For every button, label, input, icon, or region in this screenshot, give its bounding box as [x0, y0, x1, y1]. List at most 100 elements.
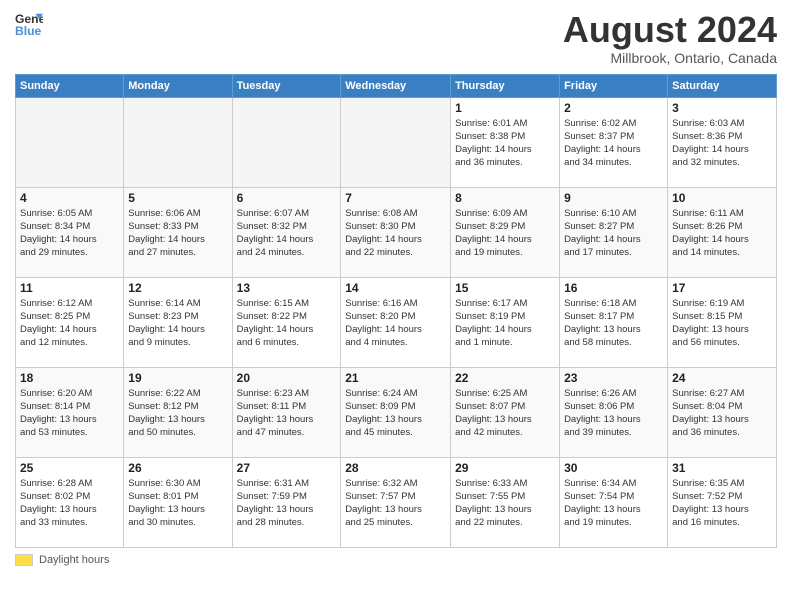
calendar-cell: 29 Sunrise: 6:33 AM Sunset: 7:55 PM Dayli… — [451, 457, 560, 547]
day-detail: Sunrise: 6:05 AM Sunset: 8:34 PM Dayligh… — [20, 207, 119, 260]
calendar-cell: 15Sunrise: 6:17 AM Sunset: 8:19 PM Dayli… — [451, 277, 560, 367]
calendar-body: 1Sunrise: 6:01 AM Sunset: 8:38 PM Daylig… — [16, 97, 777, 547]
day-number: 19 — [128, 371, 227, 385]
day-detail: Sunrise: 6:25 AM Sunset: 8:07 PM Dayligh… — [455, 387, 555, 440]
day-number: 22 — [455, 371, 555, 385]
day-number: 2 — [564, 101, 663, 115]
calendar-cell: 25 Sunrise: 6:28 AM Sunset: 8:02 PM Dayli… — [16, 457, 124, 547]
day-number: 28 — [345, 461, 446, 475]
day-detail: Sunrise: 6:26 AM Sunset: 8:06 PM Dayligh… — [564, 387, 663, 440]
calendar-cell: 5 Sunrise: 6:06 AM Sunset: 8:33 PM Daylig… — [124, 187, 232, 277]
day-number: 4 — [20, 191, 119, 205]
day-detail: Sunrise: 6:11 AM Sunset: 8:26 PM Dayligh… — [672, 207, 772, 260]
day-detail: Sunrise: 6:19 AM Sunset: 8:15 PM Dayligh… — [672, 297, 772, 350]
day-number: 27 — [237, 461, 337, 475]
calendar-cell: 16 Sunrise: 6:18 AM Sunset: 8:17 PM Dayli… — [560, 277, 668, 367]
weekday-header-cell: Wednesday — [341, 74, 451, 97]
calendar-cell: 11 Sunrise: 6:12 AM Sunset: 8:25 PM Dayli… — [16, 277, 124, 367]
calendar-cell: 8Sunrise: 6:09 AM Sunset: 8:29 PM Daylig… — [451, 187, 560, 277]
day-number: 31 — [672, 461, 772, 475]
day-number: 6 — [237, 191, 337, 205]
calendar-cell: 26 Sunrise: 6:30 AM Sunset: 8:01 PM Dayli… — [124, 457, 232, 547]
calendar-cell: 13Sunrise: 6:15 AM Sunset: 8:22 PM Dayli… — [232, 277, 341, 367]
calendar-cell — [232, 97, 341, 187]
day-detail: Sunrise: 6:24 AM Sunset: 8:09 PM Dayligh… — [345, 387, 446, 440]
calendar-cell: 22 Sunrise: 6:25 AM Sunset: 8:07 PM Dayli… — [451, 367, 560, 457]
weekday-header-cell: Thursday — [451, 74, 560, 97]
legend-label: Daylight hours — [39, 554, 109, 566]
legend-bar — [15, 554, 33, 566]
weekday-header-row: SundayMondayTuesdayWednesdayThursdayFrid… — [16, 74, 777, 97]
day-number: 30 — [564, 461, 663, 475]
day-number: 11 — [20, 281, 119, 295]
day-number: 23 — [564, 371, 663, 385]
day-number: 25 — [20, 461, 119, 475]
day-detail: Sunrise: 6:10 AM Sunset: 8:27 PM Dayligh… — [564, 207, 663, 260]
day-detail: Sunrise: 6:18 AM Sunset: 8:17 PM Dayligh… — [564, 297, 663, 350]
calendar-cell: 23 Sunrise: 6:26 AM Sunset: 8:06 PM Dayli… — [560, 367, 668, 457]
calendar-cell: 12Sunrise: 6:14 AM Sunset: 8:23 PM Dayli… — [124, 277, 232, 367]
calendar-week-row: 1Sunrise: 6:01 AM Sunset: 8:38 PM Daylig… — [16, 97, 777, 187]
day-detail: Sunrise: 6:03 AM Sunset: 8:36 PM Dayligh… — [672, 117, 772, 170]
day-detail: Sunrise: 6:07 AM Sunset: 8:32 PM Dayligh… — [237, 207, 337, 260]
day-detail: Sunrise: 6:23 AM Sunset: 8:11 PM Dayligh… — [237, 387, 337, 440]
day-detail: Sunrise: 6:27 AM Sunset: 8:04 PM Dayligh… — [672, 387, 772, 440]
calendar-cell: 17 Sunrise: 6:19 AM Sunset: 8:15 PM Dayli… — [668, 277, 777, 367]
calendar-cell: 18Sunrise: 6:20 AM Sunset: 8:14 PM Dayli… — [16, 367, 124, 457]
month-title: August 2024 — [563, 10, 777, 50]
day-detail: Sunrise: 6:30 AM Sunset: 8:01 PM Dayligh… — [128, 477, 227, 530]
weekday-header-cell: Sunday — [16, 74, 124, 97]
calendar-cell: 21 Sunrise: 6:24 AM Sunset: 8:09 PM Dayli… — [341, 367, 451, 457]
day-number: 17 — [672, 281, 772, 295]
day-detail: Sunrise: 6:31 AM Sunset: 7:59 PM Dayligh… — [237, 477, 337, 530]
day-number: 9 — [564, 191, 663, 205]
weekday-header-cell: Saturday — [668, 74, 777, 97]
day-number: 12 — [128, 281, 227, 295]
svg-text:Blue: Blue — [15, 24, 42, 38]
day-detail: Sunrise: 6:12 AM Sunset: 8:25 PM Dayligh… — [20, 297, 119, 350]
calendar-cell — [16, 97, 124, 187]
calendar-cell: 7Sunrise: 6:08 AM Sunset: 8:30 PM Daylig… — [341, 187, 451, 277]
day-number: 13 — [237, 281, 337, 295]
weekday-header-cell: Tuesday — [232, 74, 341, 97]
day-detail: Sunrise: 6:34 AM Sunset: 7:54 PM Dayligh… — [564, 477, 663, 530]
calendar-table: SundayMondayTuesdayWednesdayThursdayFrid… — [15, 74, 777, 548]
day-number: 24 — [672, 371, 772, 385]
calendar-week-row: 25 Sunrise: 6:28 AM Sunset: 8:02 PM Dayli… — [16, 457, 777, 547]
day-number: 21 — [345, 371, 446, 385]
legend: Daylight hours — [15, 554, 777, 566]
calendar-cell: 9 Sunrise: 6:10 AM Sunset: 8:27 PM Daylig… — [560, 187, 668, 277]
page-header: General Blue August 2024 Millbrook, Onta… — [15, 10, 777, 66]
day-number: 5 — [128, 191, 227, 205]
location: Millbrook, Ontario, Canada — [563, 50, 777, 66]
day-detail: Sunrise: 6:33 AM Sunset: 7:55 PM Dayligh… — [455, 477, 555, 530]
calendar-cell: 28 Sunrise: 6:32 AM Sunset: 7:57 PM Dayli… — [341, 457, 451, 547]
day-number: 3 — [672, 101, 772, 115]
day-detail: Sunrise: 6:16 AM Sunset: 8:20 PM Dayligh… — [345, 297, 446, 350]
day-number: 26 — [128, 461, 227, 475]
calendar-cell — [341, 97, 451, 187]
day-detail: Sunrise: 6:06 AM Sunset: 8:33 PM Dayligh… — [128, 207, 227, 260]
day-detail: Sunrise: 6:09 AM Sunset: 8:29 PM Dayligh… — [455, 207, 555, 260]
calendar-cell: 10Sunrise: 6:11 AM Sunset: 8:26 PM Dayli… — [668, 187, 777, 277]
calendar-cell: 27 Sunrise: 6:31 AM Sunset: 7:59 PM Dayli… — [232, 457, 341, 547]
day-number: 7 — [345, 191, 446, 205]
calendar-cell: 19Sunrise: 6:22 AM Sunset: 8:12 PM Dayli… — [124, 367, 232, 457]
calendar-cell: 24 Sunrise: 6:27 AM Sunset: 8:04 PM Dayli… — [668, 367, 777, 457]
day-number: 29 — [455, 461, 555, 475]
day-detail: Sunrise: 6:32 AM Sunset: 7:57 PM Dayligh… — [345, 477, 446, 530]
day-detail: Sunrise: 6:28 AM Sunset: 8:02 PM Dayligh… — [20, 477, 119, 530]
title-block: August 2024 Millbrook, Ontario, Canada — [563, 10, 777, 66]
calendar-week-row: 11 Sunrise: 6:12 AM Sunset: 8:25 PM Dayli… — [16, 277, 777, 367]
calendar-week-row: 4 Sunrise: 6:05 AM Sunset: 8:34 PM Daylig… — [16, 187, 777, 277]
calendar-cell: 30 Sunrise: 6:34 AM Sunset: 7:54 PM Dayli… — [560, 457, 668, 547]
logo: General Blue — [15, 10, 43, 38]
day-number: 20 — [237, 371, 337, 385]
day-number: 14 — [345, 281, 446, 295]
calendar-cell: 2Sunrise: 6:02 AM Sunset: 8:37 PM Daylig… — [560, 97, 668, 187]
day-number: 16 — [564, 281, 663, 295]
day-number: 18 — [20, 371, 119, 385]
day-detail: Sunrise: 6:35 AM Sunset: 7:52 PM Dayligh… — [672, 477, 772, 530]
calendar-cell — [124, 97, 232, 187]
calendar-cell: 20 Sunrise: 6:23 AM Sunset: 8:11 PM Dayli… — [232, 367, 341, 457]
